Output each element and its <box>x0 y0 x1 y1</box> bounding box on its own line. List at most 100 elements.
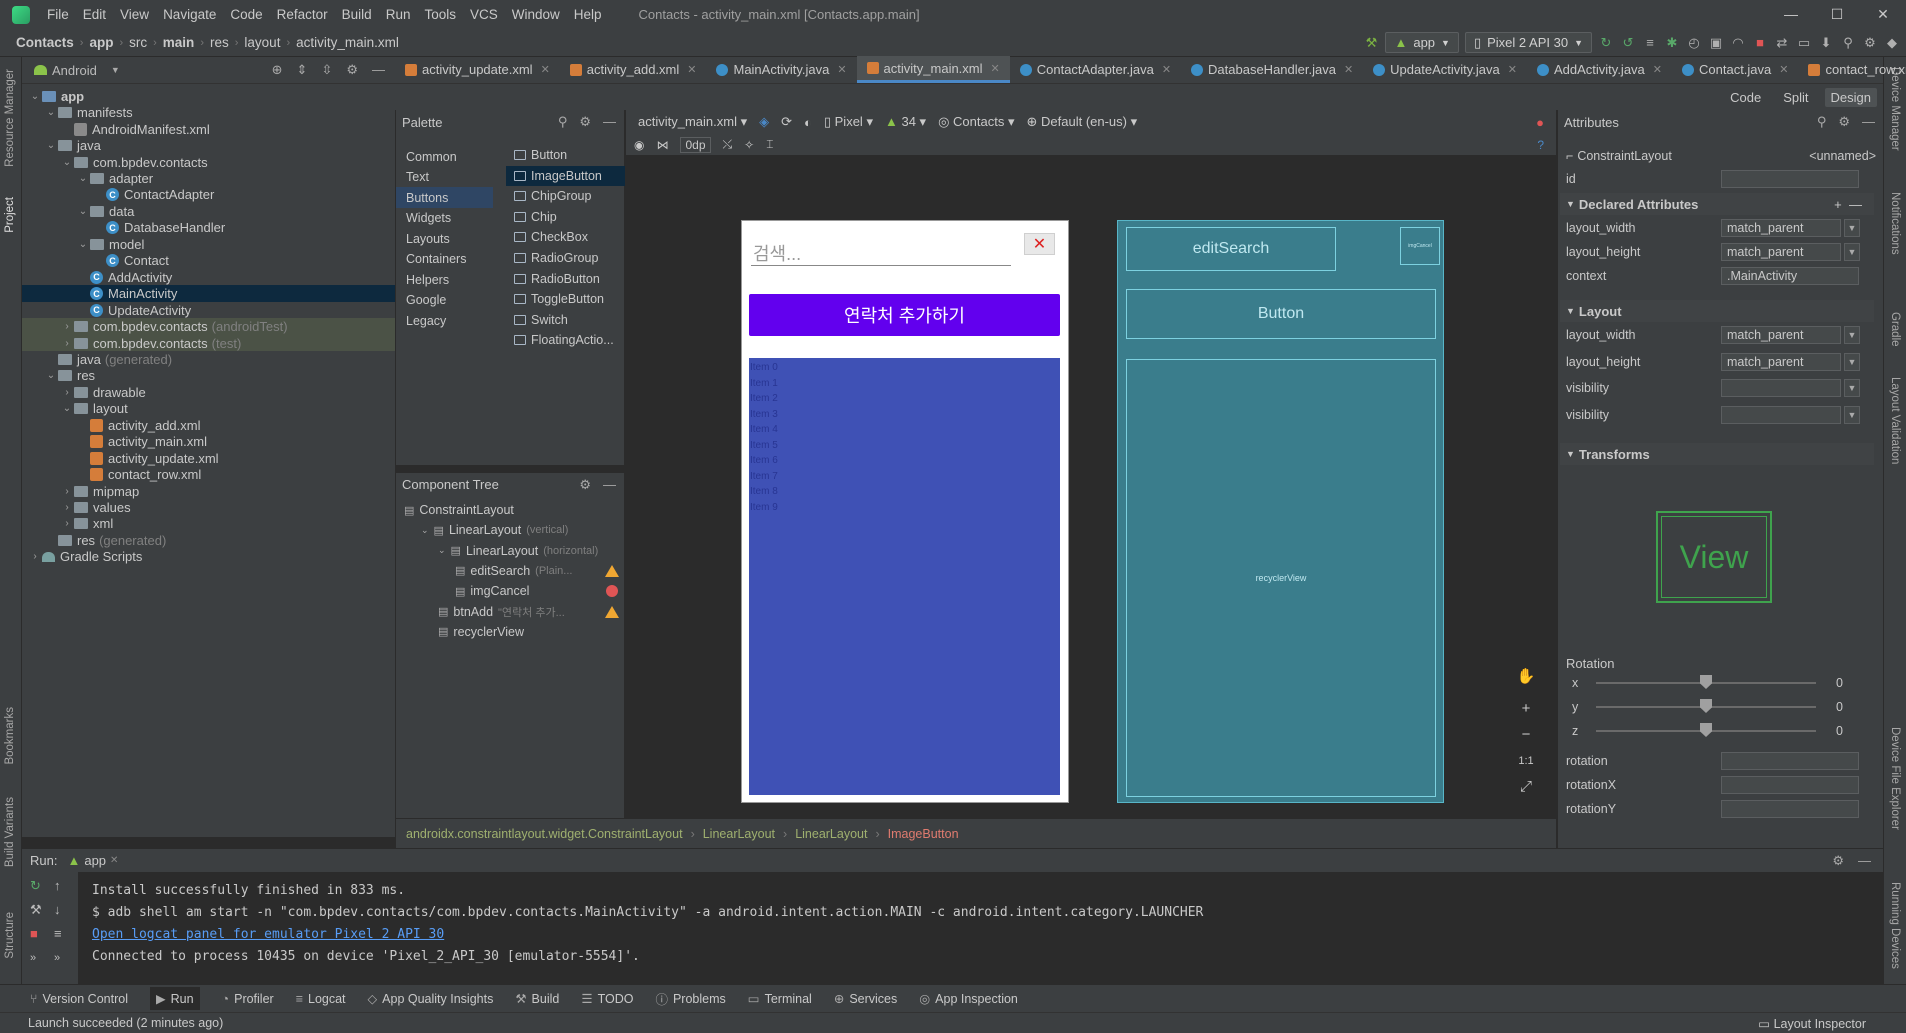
palette-widget[interactable]: RadioButton <box>506 269 625 289</box>
chevron-down-icon[interactable]: ⌄ <box>44 107 58 118</box>
editor-tab[interactable]: DatabaseHandler.java ✕ <box>1181 56 1363 83</box>
settings-gear-icon[interactable]: ⚙ <box>1862 35 1878 51</box>
stop-app-icon[interactable]: ■ <box>30 926 38 941</box>
project-tree-item[interactable]: ⌄ layout <box>22 401 395 418</box>
palette-category[interactable]: Helpers <box>396 269 493 290</box>
editor-tab[interactable]: MainActivity.java ✕ <box>706 56 856 83</box>
editor-tab[interactable]: UpdateActivity.java ✕ <box>1363 56 1527 83</box>
attribute-value-field[interactable]: match_parent <box>1721 243 1841 261</box>
palette-widget[interactable]: Button <box>506 145 625 165</box>
layout-section[interactable]: ▼ Layout <box>1560 300 1874 322</box>
layout-inspector-link[interactable]: ▭ Layout Inspector <box>1758 1016 1906 1031</box>
stripe-device-file-explorer[interactable]: Device File Explorer <box>1889 727 1901 830</box>
id-input[interactable] <box>1721 170 1859 188</box>
chevron-down-icon[interactable]: ⌄ <box>76 239 90 250</box>
tree-settings-icon[interactable]: ⚙ <box>579 477 591 493</box>
editor-tab[interactable]: activity_add.xml ✕ <box>560 56 707 83</box>
close-window-icon[interactable]: ✕ <box>1860 6 1906 23</box>
chevron-right-icon[interactable]: › <box>60 387 74 398</box>
project-tree-item[interactable]: C ContactAdapter <box>22 187 395 204</box>
rerun-icon[interactable]: ↻ <box>1598 35 1614 51</box>
project-tree-item[interactable]: ⌄ manifests <box>22 104 395 121</box>
layout-file-select[interactable]: activity_main.xml ▾ <box>638 114 747 130</box>
stripe-resource-manager[interactable]: Resource Manager <box>4 69 16 167</box>
attribute-value-field[interactable] <box>1721 752 1859 770</box>
project-tree-item[interactable]: ⌄ data <box>22 203 395 220</box>
infer-constraints-icon[interactable]: ✧ <box>744 138 754 152</box>
palette-category[interactable]: Containers <box>396 249 493 270</box>
chevron-down-icon[interactable]: ⌄ <box>76 173 90 184</box>
attribute-value-field[interactable]: .MainActivity <box>1721 267 1859 285</box>
menu-file[interactable]: File <box>40 7 76 22</box>
mode-code-button[interactable]: Code <box>1724 88 1767 107</box>
zoom-actual-button[interactable]: 1:1 <box>1514 750 1538 772</box>
blueprint-img-cancel[interactable]: imgCancel <box>1400 227 1440 265</box>
attr-settings-icon[interactable]: ⚙ <box>1838 114 1850 130</box>
menu-help[interactable]: Help <box>567 7 609 22</box>
component-tree-item[interactable]: ▤ editSearch (Plain... <box>455 561 619 581</box>
hide-panel-icon[interactable]: — <box>372 62 385 78</box>
editor-tab[interactable]: Contact.java ✕ <box>1672 56 1798 83</box>
project-tree-item[interactable]: › values <box>22 499 395 516</box>
project-tree-item[interactable]: C MainActivity <box>22 285 395 302</box>
mode-split-button[interactable]: Split <box>1777 88 1814 107</box>
collapse-all-icon[interactable]: ⇳ <box>321 62 332 78</box>
close-tab-icon[interactable]: ✕ <box>687 63 696 76</box>
api-select[interactable]: ▲ 34 ▾ <box>885 114 926 130</box>
tool-window-button[interactable]: ⓘ Problems <box>655 989 725 1008</box>
chevron-down-icon[interactable]: ▼ <box>1844 352 1860 371</box>
zoom-out-icon[interactable]: − <box>1514 724 1538 746</box>
design-surface-icon[interactable]: ◈ <box>759 114 769 130</box>
close-tab-icon[interactable]: ✕ <box>1508 63 1517 76</box>
attribute-value-field[interactable]: match_parent <box>1721 219 1841 237</box>
device-select[interactable]: ▯ Pixel 2 API 30 ▼ <box>1464 32 1592 53</box>
rotation-slider-knob[interactable] <box>1700 723 1712 737</box>
menu-navigate[interactable]: Navigate <box>156 7 223 22</box>
more-actions-icon[interactable]: » <box>30 952 36 964</box>
stripe-layout-validation[interactable]: Layout Validation <box>1889 377 1901 464</box>
attribute-value-field[interactable] <box>1721 800 1859 818</box>
component-tree-item[interactable]: ⌄ ▤ LinearLayout (horizontal) <box>438 541 619 561</box>
tool-window-button[interactable]: ◇ App Quality Insights <box>368 991 494 1007</box>
project-tree-item[interactable]: ⌄ res <box>22 368 395 385</box>
maximize-icon[interactable]: ☐ <box>1814 6 1860 23</box>
palette-category[interactable]: Layouts <box>396 228 493 249</box>
blueprint-edit-search[interactable]: editSearch <box>1126 227 1336 271</box>
palette-settings-icon[interactable]: ⚙ <box>579 114 591 130</box>
close-tab-icon[interactable]: ✕ <box>1344 63 1353 76</box>
project-tree-item[interactable]: › drawable <box>22 384 395 401</box>
guidelines-icon[interactable]: ⌶ <box>766 137 773 152</box>
project-tree-item[interactable]: activity_update.xml <box>22 450 395 467</box>
tool-window-button[interactable]: ◎ App Inspection <box>919 991 1018 1007</box>
preview-add-contact-button[interactable]: 연락처 추가하기 <box>749 294 1060 336</box>
chevron-down-icon[interactable]: ⌄ <box>44 370 58 381</box>
palette-category[interactable]: Text <box>396 167 493 188</box>
warning-icon[interactable] <box>605 605 619 618</box>
attr-search-icon[interactable]: ⚲ <box>1817 114 1827 130</box>
stripe-project[interactable]: Project <box>4 197 16 233</box>
soft-wrap-icon[interactable]: ≡ <box>54 926 62 941</box>
chevron-down-icon[interactable]: ▼ <box>1844 243 1860 261</box>
design-breadcrumb-item[interactable]: androidx.constraintlayout.widget.Constra… <box>406 827 683 841</box>
menu-window[interactable]: Window <box>505 7 567 22</box>
breadcrumb-item[interactable]: res <box>206 35 233 50</box>
hammer-icon[interactable]: ⚒ <box>1363 35 1379 51</box>
stripe-build-variants[interactable]: Build Variants <box>4 797 16 867</box>
chevron-down-icon[interactable]: ⌄ <box>76 206 90 217</box>
orientation-icon[interactable]: ⟳ <box>781 114 792 130</box>
menu-refactor[interactable]: Refactor <box>270 7 335 22</box>
chevron-down-icon[interactable]: ▼ <box>1844 219 1860 237</box>
tool-window-button[interactable]: ≡ Logcat <box>296 992 346 1006</box>
preview-recycler-view[interactable]: Item 0 Item 1 Item 2 Item 3 Item 4 Item 5 Item… <box>749 358 1060 795</box>
component-tree-item[interactable]: ▤ ConstraintLayout <box>404 500 619 520</box>
run-tab-app[interactable]: ▲ app ✕ <box>67 853 118 868</box>
clear-constraints-icon[interactable]: ⤯ <box>723 137 733 152</box>
breadcrumb-item[interactable]: Contacts <box>12 35 78 50</box>
panel-settings-icon[interactable]: ⚙ <box>346 62 358 78</box>
build-tools-icon[interactable]: ⚒ <box>30 902 42 918</box>
close-tab-icon[interactable]: ✕ <box>541 63 550 76</box>
tool-window-button[interactable]: ▭ Terminal <box>748 991 812 1007</box>
chevron-down-icon[interactable]: ⌄ <box>438 545 446 556</box>
stripe-bookmarks[interactable]: Bookmarks <box>4 707 16 765</box>
palette-widget[interactable]: ImageButton <box>506 165 625 186</box>
